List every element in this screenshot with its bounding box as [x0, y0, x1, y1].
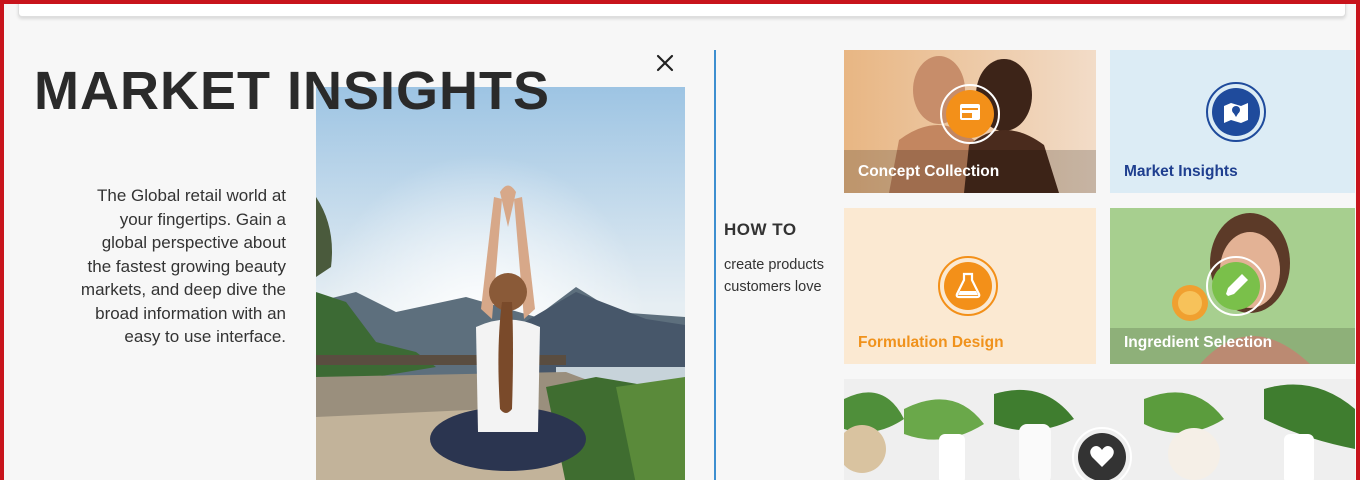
modal-frame: MARKET INSIGHTS The Global retail world … — [0, 0, 1360, 480]
top-bar — [18, 4, 1346, 17]
card-formulation-design[interactable]: Formulation Design — [844, 208, 1096, 364]
dropper-icon — [1206, 256, 1266, 316]
card-concept-collection[interactable]: Concept Collection — [844, 50, 1096, 193]
card-product-visual[interactable] — [844, 379, 1355, 480]
card-label: Ingredient Selection — [1124, 334, 1273, 351]
card-label: Formulation Design — [858, 334, 1004, 351]
page-description: The Global retail world at your fingerti… — [80, 186, 286, 346]
yoga-photo — [316, 87, 685, 480]
howto-text: create products customers love — [724, 257, 824, 295]
close-icon — [656, 54, 674, 72]
card-label: Concept Collection — [858, 163, 1000, 180]
folder-icon — [940, 84, 1000, 144]
card-ingredient-selection[interactable]: Ingredient Selection — [1110, 208, 1355, 364]
heart-icon — [1072, 427, 1132, 480]
map-pin-icon — [1206, 82, 1266, 142]
howto-title: HOW TO — [724, 220, 797, 239]
page-title: MARKET INSIGHTS — [34, 61, 551, 121]
divider — [714, 50, 716, 480]
close-button[interactable] — [652, 50, 678, 76]
flask-icon — [938, 256, 998, 316]
card-market-insights[interactable]: Market Insights — [1110, 50, 1355, 193]
card-label: Market Insights — [1124, 163, 1238, 180]
